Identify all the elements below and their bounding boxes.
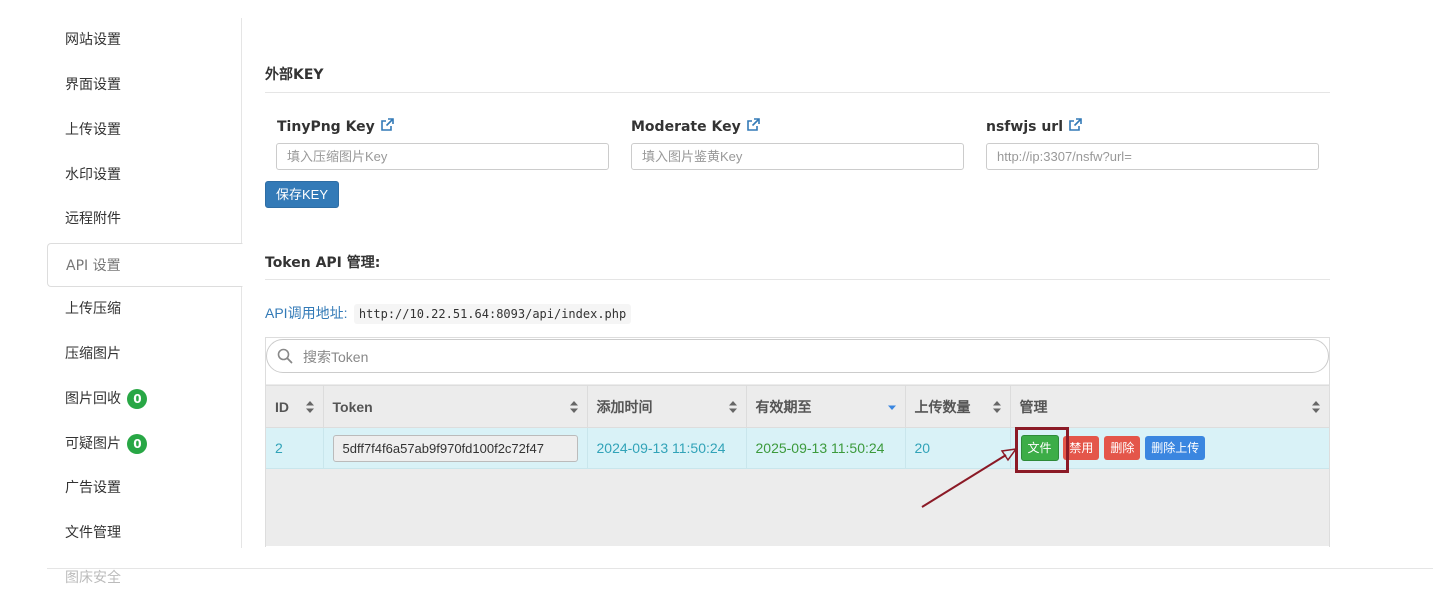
sidebar-item-remote-attachments[interactable]: 远程附件 [47, 197, 242, 241]
sidebar-item-suspicious-images[interactable]: 可疑图片 0 [47, 422, 242, 466]
token-search-input[interactable] [301, 340, 1305, 374]
sidebar-item-label: 压缩图片 [65, 346, 121, 362]
sidebar-item-file-management[interactable]: 文件管理 [47, 511, 242, 555]
token-table: ID Token 添加时间 有效期至 上传数量 管理 2 5dff7f4f6a5… [266, 385, 1329, 469]
moderate-key-input[interactable] [631, 143, 964, 170]
sidebar-item-label: 图床安全 [65, 570, 121, 586]
column-header-label: Token [332, 398, 373, 415]
sidebar-item-compress-images[interactable]: 压缩图片 [47, 332, 242, 376]
column-header-label: 管理 [1019, 398, 1048, 415]
column-header-label: ID [275, 398, 289, 415]
disable-button[interactable]: 禁用 [1063, 436, 1100, 460]
cell-expires: 2025-09-13 11:50:24 [746, 427, 906, 469]
nsfwjs-url-label: nsfwjs url [986, 117, 1083, 135]
sidebar-item-image-recycle[interactable]: 图片回收 0 [47, 377, 242, 421]
cell-upload-count: 20 [905, 427, 1011, 469]
column-header-label: 有效期至 [755, 398, 812, 415]
cell-actions: 文件 禁用 删除 删除上传 [1010, 427, 1329, 469]
sidebar-item-upload-settings[interactable]: 上传设置 [47, 108, 242, 152]
column-header-manage[interactable]: 管理 [1010, 385, 1329, 428]
save-key-button[interactable]: 保存KEY [265, 181, 340, 208]
column-header-token[interactable]: Token [323, 385, 588, 428]
sidebar-item-label: 上传设置 [65, 122, 121, 138]
nsfwjs-url-input[interactable] [986, 143, 1319, 170]
column-header-id[interactable]: ID [266, 385, 324, 428]
table-header-row: ID Token 添加时间 有效期至 上传数量 管理 [266, 385, 1329, 428]
sort-icon [1312, 401, 1320, 413]
field-label-text: TinyPng Key [277, 119, 375, 135]
tinypng-key-input[interactable] [276, 143, 609, 170]
section-divider [265, 92, 1330, 93]
settings-sidebar: 网站设置 界面设置 上传设置 水印设置 远程附件 API 设置 上传压缩 压缩图… [47, 18, 243, 588]
field-label-text: nsfwjs url [986, 119, 1063, 135]
tinypng-key-label: TinyPng Key [277, 117, 395, 135]
table-row: 2 5dff7f4f6a57ab9f970fd100f2c72f47 2024-… [266, 427, 1329, 469]
cell-token: 5dff7f4f6a57ab9f970fd100f2c72f47 [323, 427, 588, 469]
sidebar-item-label: 可疑图片 [65, 436, 121, 452]
sort-icon [569, 401, 578, 413]
sidebar-item-api-settings[interactable]: API 设置 [47, 243, 243, 287]
sidebar-item-label: 水印设置 [65, 167, 121, 183]
external-link-icon[interactable] [745, 117, 761, 133]
sort-icon [992, 401, 1001, 413]
sidebar-item-label: 上传压缩 [65, 301, 121, 317]
column-header-added-time[interactable]: 添加时间 [587, 385, 747, 428]
column-header-expires[interactable]: 有效期至 [746, 385, 906, 428]
files-button[interactable]: 文件 [1020, 435, 1059, 461]
sort-icon [305, 401, 314, 413]
sidebar-item-upload-compression[interactable]: 上传压缩 [47, 287, 242, 331]
count-badge: 0 [127, 389, 148, 409]
external-link-icon[interactable] [1067, 117, 1083, 133]
sidebar-item-label: 图片回收 [65, 391, 121, 407]
external-key-title: 外部KEY [265, 67, 324, 83]
external-link-icon[interactable] [379, 117, 395, 133]
column-header-label: 上传数量 [914, 398, 971, 415]
sort-icon [728, 401, 737, 413]
sidebar-item-ad-settings[interactable]: 广告设置 [47, 466, 242, 510]
api-url-label: API调用地址: [265, 305, 348, 321]
column-header-label: 添加时间 [596, 398, 653, 415]
panel-bottom-fade [266, 546, 1329, 568]
moderate-key-label: Moderate Key [631, 117, 761, 135]
sidebar-item-label: 文件管理 [65, 525, 121, 541]
field-label-text: Moderate Key [631, 119, 741, 135]
sidebar-item-site-settings[interactable]: 网站设置 [47, 18, 242, 62]
section-divider [265, 279, 1330, 280]
sidebar-item-label: API 设置 [66, 258, 121, 274]
token-api-title: Token API 管理: [265, 255, 381, 271]
sidebar-item-ui-settings[interactable]: 界面设置 [47, 63, 242, 107]
delete-uploads-button[interactable]: 删除上传 [1145, 436, 1206, 460]
api-url-value: http://10.22.51.64:8093/api/index.php [353, 304, 632, 324]
footer-divider [47, 568, 1433, 569]
cell-added-time: 2024-09-13 11:50:24 [587, 427, 747, 469]
count-badge: 0 [127, 434, 148, 454]
token-search-box [266, 339, 1329, 374]
cell-id: 2 [266, 427, 324, 469]
sidebar-item-label: 网站设置 [65, 32, 121, 48]
sidebar-item-label: 远程附件 [65, 211, 121, 227]
sort-desc-icon [887, 405, 896, 410]
search-icon [277, 348, 293, 364]
api-url-row: API调用地址: http://10.22.51.64:8093/api/ind… [265, 303, 632, 324]
sidebar-item-image-security[interactable]: 图床安全 [47, 556, 242, 600]
delete-button[interactable]: 删除 [1104, 436, 1141, 460]
sidebar-item-label: 界面设置 [65, 77, 121, 93]
column-header-upload-count[interactable]: 上传数量 [905, 385, 1011, 428]
token-value-field[interactable]: 5dff7f4f6a57ab9f970fd100f2c72f47 [332, 434, 578, 462]
sidebar-item-label: 广告设置 [65, 480, 121, 496]
token-search-wrap [266, 338, 1329, 384]
sidebar-item-watermark-settings[interactable]: 水印设置 [47, 153, 242, 197]
